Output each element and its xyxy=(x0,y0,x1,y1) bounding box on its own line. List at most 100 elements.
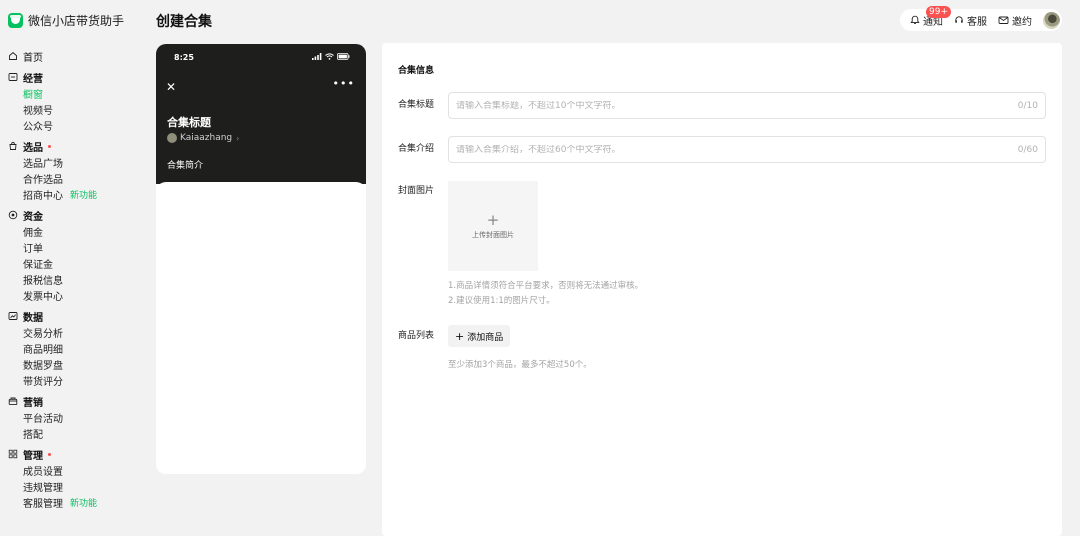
sidebar-item-sales-score[interactable]: 带货评分 xyxy=(0,372,140,388)
grid-icon xyxy=(8,449,18,459)
preview-header: 8:25 ✕ ••• 合集标题 Kaiaazhang › 合集简介 xyxy=(156,44,366,184)
sidebar-item-trade-analysis[interactable]: 交易分析 xyxy=(0,324,140,340)
sidebar-item-product-square[interactable]: 选品广场 xyxy=(0,154,140,170)
sidebar: 首页 经营 橱窗 视频号 公众号 选品 选品广场 合作选品 招商中心 新功能 资… xyxy=(0,48,140,515)
title-input[interactable] xyxy=(456,100,956,111)
author-avatar xyxy=(167,133,177,143)
sidebar-item-platform-events[interactable]: 平台活动 xyxy=(0,409,140,425)
sidebar-item-cooperation[interactable]: 合作选品 xyxy=(0,170,140,186)
app-name: 微信小店带货助手 xyxy=(28,13,125,28)
sidebar-group-funds[interactable]: 资金 xyxy=(0,207,140,223)
nav-group-selection: 选品 选品广场 合作选品 招商中心 新功能 xyxy=(0,138,140,202)
status-time: 8:25 xyxy=(174,53,194,62)
home-icon xyxy=(8,51,18,61)
sidebar-home-label: 首页 xyxy=(23,52,43,64)
nav-group-business: 经营 橱窗 视频号 公众号 xyxy=(0,69,140,133)
user-avatar[interactable] xyxy=(1043,11,1060,29)
invite-button[interactable]: 邀约 xyxy=(998,13,1032,28)
products-label: 商品列表 xyxy=(398,331,435,341)
preview-content-sheet xyxy=(156,182,366,474)
bell-icon xyxy=(910,15,920,24)
add-product-button[interactable]: + 添加商品 xyxy=(448,325,511,347)
preview-desc-label: 合集简介 xyxy=(167,161,204,171)
close-icon[interactable]: ✕ xyxy=(166,80,176,94)
gift-icon xyxy=(8,396,18,406)
sidebar-item-deposit[interactable]: 保证金 xyxy=(0,255,140,271)
nav-group-funds: 资金 佣金 订单 保证金 报税信息 发票中心 xyxy=(0,207,140,303)
headset-icon xyxy=(955,16,963,23)
sidebar-item-investment-center[interactable]: 招商中心 新功能 xyxy=(0,186,140,202)
preview-user: Kaiaazhang › xyxy=(167,133,239,143)
red-dot-indicator xyxy=(48,144,51,148)
sidebar-item-invoice-center[interactable]: 发票中心 xyxy=(0,287,140,303)
sidebar-item-member-settings[interactable]: 成员设置 xyxy=(0,462,140,478)
title-field[interactable]: 0/10 xyxy=(448,92,1046,119)
sidebar-item-bundles[interactable]: 搭配 xyxy=(0,425,140,441)
chevron-right-icon: › xyxy=(236,133,240,143)
sidebar-item-label: 客服管理 xyxy=(23,498,63,510)
nav-group-management: 管理 成员设置 违规管理 客服管理 新功能 xyxy=(0,446,140,510)
sidebar-item-tax-info[interactable]: 报税信息 xyxy=(0,271,140,287)
sidebar-group-label: 数据 xyxy=(23,312,43,324)
chart-icon xyxy=(8,311,18,321)
phone-preview: 8:25 ✕ ••• 合集标题 Kaiaazhang › 合集简介 xyxy=(156,44,366,474)
cover-hint-1: 1.商品详情须符合平台要求，否则将无法通过审核。 xyxy=(448,281,644,291)
nav-group-home: 首页 xyxy=(0,48,140,64)
add-product-label: 添加商品 xyxy=(467,332,504,343)
sidebar-group-marketing[interactable]: 营销 xyxy=(0,393,140,409)
battery-icon xyxy=(337,53,350,60)
intro-counter: 0/60 xyxy=(1017,144,1038,155)
sidebar-item-customer-service[interactable]: 客服管理 新功能 xyxy=(0,494,140,510)
form-panel: 合集信息 合集标题 0/10 合集介绍 0/60 封面图片 + 上传封面图片 1… xyxy=(382,43,1062,536)
sidebar-item-official-account[interactable]: 公众号 xyxy=(0,117,140,133)
title-counter: 0/10 xyxy=(1017,100,1038,111)
plus-icon: + xyxy=(486,210,500,229)
plus-icon: + xyxy=(455,329,465,343)
sidebar-item-commission[interactable]: 佣金 xyxy=(0,223,140,239)
cover-upload-label: 上传封面图片 xyxy=(472,230,514,239)
preview-username: Kaiaazhang xyxy=(180,133,233,143)
invite-label: 邀约 xyxy=(1012,16,1032,28)
red-dot-indicator xyxy=(48,452,51,456)
sidebar-group-label: 营销 xyxy=(23,397,43,409)
service-button[interactable]: 客服 xyxy=(954,13,987,28)
nav-group-marketing: 营销 平台活动 搭配 xyxy=(0,393,140,441)
sidebar-group-label: 选品 xyxy=(23,142,43,154)
title-label: 合集标题 xyxy=(398,100,435,110)
sidebar-group-data[interactable]: 数据 xyxy=(0,308,140,324)
sidebar-item-home[interactable]: 首页 xyxy=(0,48,140,64)
cover-upload-button[interactable]: + 上传封面图片 xyxy=(448,181,538,271)
sidebar-item-data-compass[interactable]: 数据罗盘 xyxy=(0,356,140,372)
page-title: 创建合集 xyxy=(156,14,212,30)
intro-field[interactable]: 0/60 xyxy=(448,136,1046,163)
minus-square-icon xyxy=(8,72,18,82)
notify-button[interactable]: 通知 99+ xyxy=(910,5,951,28)
wifi-icon xyxy=(325,53,334,60)
sidebar-group-management[interactable]: 管理 xyxy=(0,446,140,462)
service-label: 客服 xyxy=(967,16,987,28)
intro-label: 合集介绍 xyxy=(398,144,435,154)
mail-icon xyxy=(998,16,1009,24)
notify-badge: 99+ xyxy=(926,5,951,18)
more-icon[interactable]: ••• xyxy=(333,77,355,90)
sidebar-group-business[interactable]: 经营 xyxy=(0,69,140,85)
new-feature-tag: 新功能 xyxy=(70,498,98,509)
cover-label: 封面图片 xyxy=(398,186,435,196)
nav-group-data: 数据 交易分析 商品明细 数据罗盘 带货评分 xyxy=(0,308,140,388)
sidebar-item-orders[interactable]: 订单 xyxy=(0,239,140,255)
topbar-actions: 通知 99+ 客服 邀约 xyxy=(900,5,1062,31)
sidebar-item-product-detail[interactable]: 商品明细 xyxy=(0,340,140,356)
app-brand: 微信小店带货助手 xyxy=(8,11,124,29)
bag-icon xyxy=(8,141,18,151)
sidebar-item-channels[interactable]: 视频号 xyxy=(0,101,140,117)
signal-icon xyxy=(312,53,322,60)
sidebar-item-violations[interactable]: 违规管理 xyxy=(0,478,140,494)
sidebar-item-label: 招商中心 xyxy=(23,190,63,202)
circle-dot-icon xyxy=(8,210,18,220)
sidebar-item-showcase[interactable]: 橱窗 xyxy=(0,85,140,101)
status-icons xyxy=(312,53,350,60)
products-hint: 至少添加3个商品，最多不超过50个。 xyxy=(448,360,592,370)
sidebar-group-label: 经营 xyxy=(23,73,43,85)
sidebar-group-selection[interactable]: 选品 xyxy=(0,138,140,154)
intro-input[interactable] xyxy=(456,144,956,155)
